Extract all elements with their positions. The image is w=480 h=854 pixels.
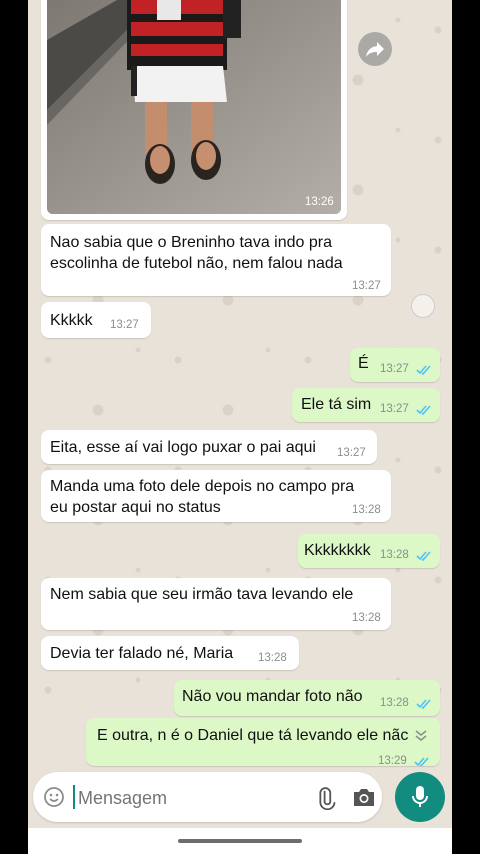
message-time: 13:27 (380, 403, 409, 415)
message-bubble-incoming[interactable]: Nem sabia que seu irmão tava levando ele… (41, 578, 391, 630)
double-check-icon (416, 699, 431, 709)
mic-button[interactable] (395, 772, 445, 822)
message-text: Eita, esse aí vai logo puxar o pai aqui (50, 439, 316, 456)
message-time: 13:27 (352, 280, 381, 292)
photo-image[interactable]: 13:26 (47, 0, 341, 214)
emoji-icon[interactable] (43, 786, 65, 808)
message-input[interactable] (76, 782, 300, 814)
attach-icon[interactable] (314, 786, 338, 810)
message-time: 13:26 (305, 196, 334, 208)
chat-screen: 13:26 Nao sabia que o Breninho tava indo… (28, 0, 452, 854)
message-text: É (358, 355, 369, 372)
message-time: 13:28 (352, 612, 381, 624)
message-bubble-incoming[interactable]: Devia ter falado né, Maria 13:28 (41, 636, 299, 670)
photo-message[interactable]: 13:26 (41, 0, 347, 220)
message-time: 13:27 (380, 363, 409, 375)
message-text: Não vou mandar foto não (182, 688, 363, 705)
message-time: 13:27 (110, 319, 139, 331)
message-bubble-outgoing[interactable]: É 13:27 (350, 348, 440, 382)
message-text: Kkkkkkkk (304, 542, 371, 559)
scroll-button[interactable] (411, 294, 435, 318)
message-bubble-outgoing[interactable]: Kkkkkkkk 13:28 (298, 534, 440, 568)
message-bubble-incoming[interactable]: Kkkkk 13:27 (41, 302, 151, 338)
system-nav-bar (28, 828, 452, 854)
text-cursor (73, 785, 75, 809)
message-bubble-outgoing[interactable]: Ele tá sim 13:27 (292, 388, 440, 422)
message-text: Devia ter falado né, Maria (50, 645, 234, 662)
message-text: Kkkkk (50, 312, 93, 329)
message-text: Manda uma foto dele depois no campo pra … (50, 478, 355, 516)
double-check-icon (416, 551, 431, 561)
message-time: 13:28 (258, 652, 287, 664)
camera-icon[interactable] (352, 787, 376, 807)
double-check-icon (414, 757, 429, 766)
message-time: 13:28 (352, 504, 381, 516)
message-bubble-incoming[interactable]: Manda uma foto dele depois no campo pra … (41, 470, 391, 522)
chevron-down-icon[interactable] (414, 729, 428, 741)
home-gesture-pill[interactable] (178, 839, 302, 843)
message-time: 13:27 (337, 447, 366, 459)
message-bubble-outgoing[interactable]: Não vou mandar foto não 13:28 (174, 680, 440, 716)
forward-button[interactable] (358, 32, 392, 66)
message-text: Nao sabia que o Breninho tava indo pra e… (50, 234, 343, 272)
forward-icon (366, 42, 384, 57)
message-text: Nem sabia que seu irmão tava levando ele (50, 586, 354, 603)
double-check-icon (416, 365, 431, 375)
message-text: E outra, n é o Daniel que tá levando ele… (97, 727, 409, 744)
message-time: 13:28 (380, 549, 409, 561)
message-bubble-incoming[interactable]: Nao sabia que o Breninho tava indo pra e… (41, 224, 391, 296)
message-text: Ele tá sim (301, 396, 372, 413)
message-time: 13:28 (380, 697, 409, 709)
message-bubble-outgoing[interactable]: E outra, n é o Daniel que tá levando ele… (86, 718, 440, 766)
message-bubble-incoming[interactable]: Eita, esse aí vai logo puxar o pai aqui … (41, 430, 377, 464)
message-time: 13:29 (378, 755, 407, 766)
double-check-icon (416, 405, 431, 415)
message-composer (33, 772, 382, 822)
mic-icon (412, 786, 428, 807)
